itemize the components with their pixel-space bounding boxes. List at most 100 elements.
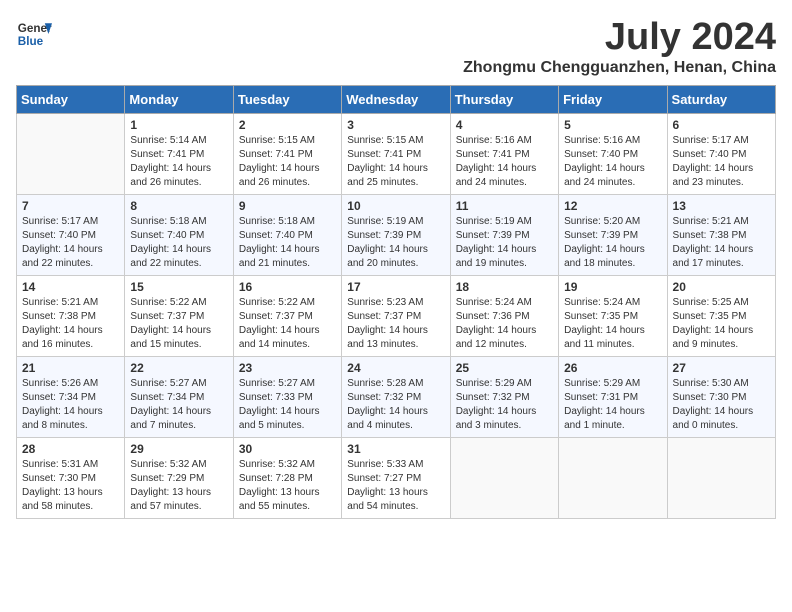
day-number: 20 xyxy=(673,280,770,294)
calendar-week-row: 7 Sunrise: 5:17 AM Sunset: 7:40 PM Daylig… xyxy=(17,195,776,276)
day-info: Sunrise: 5:19 AM Sunset: 7:39 PM Dayligh… xyxy=(347,215,444,271)
day-number: 15 xyxy=(130,280,227,294)
day-info: Sunrise: 5:29 AM Sunset: 7:31 PM Dayligh… xyxy=(564,377,661,433)
day-info: Sunrise: 5:18 AM Sunset: 7:40 PM Dayligh… xyxy=(239,215,336,271)
calendar-cell: 24 Sunrise: 5:28 AM Sunset: 7:32 PM Dayli… xyxy=(342,357,450,438)
calendar-cell: 28 Sunrise: 5:31 AM Sunset: 7:30 PM Dayli… xyxy=(17,438,125,519)
calendar-cell xyxy=(17,114,125,195)
calendar-cell: 7 Sunrise: 5:17 AM Sunset: 7:40 PM Daylig… xyxy=(17,195,125,276)
day-info: Sunrise: 5:22 AM Sunset: 7:37 PM Dayligh… xyxy=(130,296,227,352)
day-number: 29 xyxy=(130,442,227,456)
calendar-cell: 13 Sunrise: 5:21 AM Sunset: 7:38 PM Dayli… xyxy=(667,195,775,276)
month-title: July 2024 xyxy=(463,16,776,59)
day-info: Sunrise: 5:17 AM Sunset: 7:40 PM Dayligh… xyxy=(22,215,119,271)
calendar-cell xyxy=(559,438,667,519)
day-number: 1 xyxy=(130,118,227,132)
day-number: 13 xyxy=(673,199,770,213)
calendar-cell: 25 Sunrise: 5:29 AM Sunset: 7:32 PM Dayli… xyxy=(450,357,558,438)
day-number: 14 xyxy=(22,280,119,294)
calendar-week-row: 1 Sunrise: 5:14 AM Sunset: 7:41 PM Daylig… xyxy=(17,114,776,195)
calendar-body: 1 Sunrise: 5:14 AM Sunset: 7:41 PM Daylig… xyxy=(17,114,776,519)
day-info: Sunrise: 5:21 AM Sunset: 7:38 PM Dayligh… xyxy=(22,296,119,352)
calendar-cell: 31Sunrise: 5:33 AM Sunset: 7:27 PM Dayli… xyxy=(342,438,450,519)
day-info: Sunrise: 5:26 AM Sunset: 7:34 PM Dayligh… xyxy=(22,377,119,433)
day-info: Sunrise: 5:25 AM Sunset: 7:35 PM Dayligh… xyxy=(673,296,770,352)
day-number: 5 xyxy=(564,118,661,132)
calendar-cell: 26Sunrise: 5:29 AM Sunset: 7:31 PM Dayli… xyxy=(559,357,667,438)
calendar-week-row: 28 Sunrise: 5:31 AM Sunset: 7:30 PM Dayli… xyxy=(17,438,776,519)
day-info: Sunrise: 5:16 AM Sunset: 7:40 PM Dayligh… xyxy=(564,134,661,190)
day-info: Sunrise: 5:14 AM Sunset: 7:41 PM Dayligh… xyxy=(130,134,227,190)
day-number: 30 xyxy=(239,442,336,456)
calendar-cell: 16Sunrise: 5:22 AM Sunset: 7:37 PM Dayli… xyxy=(233,276,341,357)
calendar-cell: 30 Sunrise: 5:32 AM Sunset: 7:28 PM Dayli… xyxy=(233,438,341,519)
day-info: Sunrise: 5:15 AM Sunset: 7:41 PM Dayligh… xyxy=(239,134,336,190)
calendar-day-header: Tuesday xyxy=(233,86,341,114)
day-info: Sunrise: 5:33 AM Sunset: 7:27 PM Dayligh… xyxy=(347,458,444,514)
calendar-cell: 22 Sunrise: 5:27 AM Sunset: 7:34 PM Dayli… xyxy=(125,357,233,438)
calendar-table: SundayMondayTuesdayWednesdayThursdayFrid… xyxy=(16,85,776,519)
calendar-cell: 4 Sunrise: 5:16 AM Sunset: 7:41 PM Daylig… xyxy=(450,114,558,195)
day-number: 3 xyxy=(347,118,444,132)
day-info: Sunrise: 5:18 AM Sunset: 7:40 PM Dayligh… xyxy=(130,215,227,271)
calendar-cell: 11 Sunrise: 5:19 AM Sunset: 7:39 PM Dayli… xyxy=(450,195,558,276)
day-number: 19 xyxy=(564,280,661,294)
day-info: Sunrise: 5:31 AM Sunset: 7:30 PM Dayligh… xyxy=(22,458,119,514)
calendar-cell: 8 Sunrise: 5:18 AM Sunset: 7:40 PM Daylig… xyxy=(125,195,233,276)
calendar-cell: 20 Sunrise: 5:25 AM Sunset: 7:35 PM Dayli… xyxy=(667,276,775,357)
day-info: Sunrise: 5:30 AM Sunset: 7:30 PM Dayligh… xyxy=(673,377,770,433)
day-number: 25 xyxy=(456,361,553,375)
day-number: 12 xyxy=(564,199,661,213)
logo: General Blue xyxy=(16,16,52,52)
calendar-cell xyxy=(667,438,775,519)
logo-icon: General Blue xyxy=(16,16,52,52)
day-info: Sunrise: 5:27 AM Sunset: 7:33 PM Dayligh… xyxy=(239,377,336,433)
day-number: 11 xyxy=(456,199,553,213)
svg-text:Blue: Blue xyxy=(18,35,44,48)
day-info: Sunrise: 5:21 AM Sunset: 7:38 PM Dayligh… xyxy=(673,215,770,271)
day-number: 4 xyxy=(456,118,553,132)
calendar-cell: 9 Sunrise: 5:18 AM Sunset: 7:40 PM Daylig… xyxy=(233,195,341,276)
calendar-cell: 12 Sunrise: 5:20 AM Sunset: 7:39 PM Dayli… xyxy=(559,195,667,276)
calendar-cell: 6Sunrise: 5:17 AM Sunset: 7:40 PM Daylig… xyxy=(667,114,775,195)
calendar-cell: 15 Sunrise: 5:22 AM Sunset: 7:37 PM Dayli… xyxy=(125,276,233,357)
calendar-day-header: Friday xyxy=(559,86,667,114)
day-info: Sunrise: 5:15 AM Sunset: 7:41 PM Dayligh… xyxy=(347,134,444,190)
header: General Blue July 2024 Zhongmu Chengguan… xyxy=(16,16,776,77)
calendar-day-header: Sunday xyxy=(17,86,125,114)
day-info: Sunrise: 5:28 AM Sunset: 7:32 PM Dayligh… xyxy=(347,377,444,433)
calendar-cell: 21Sunrise: 5:26 AM Sunset: 7:34 PM Dayli… xyxy=(17,357,125,438)
day-number: 27 xyxy=(673,361,770,375)
day-info: Sunrise: 5:17 AM Sunset: 7:40 PM Dayligh… xyxy=(673,134,770,190)
calendar-day-header: Saturday xyxy=(667,86,775,114)
day-number: 17 xyxy=(347,280,444,294)
calendar-cell: 18Sunrise: 5:24 AM Sunset: 7:36 PM Dayli… xyxy=(450,276,558,357)
location-title: Zhongmu Chengguanzhen, Henan, China xyxy=(463,59,776,77)
calendar-cell: 23 Sunrise: 5:27 AM Sunset: 7:33 PM Dayli… xyxy=(233,357,341,438)
day-info: Sunrise: 5:16 AM Sunset: 7:41 PM Dayligh… xyxy=(456,134,553,190)
day-info: Sunrise: 5:27 AM Sunset: 7:34 PM Dayligh… xyxy=(130,377,227,433)
day-info: Sunrise: 5:24 AM Sunset: 7:35 PM Dayligh… xyxy=(564,296,661,352)
day-info: Sunrise: 5:23 AM Sunset: 7:37 PM Dayligh… xyxy=(347,296,444,352)
day-number: 23 xyxy=(239,361,336,375)
day-info: Sunrise: 5:19 AM Sunset: 7:39 PM Dayligh… xyxy=(456,215,553,271)
day-number: 16 xyxy=(239,280,336,294)
calendar-day-header: Wednesday xyxy=(342,86,450,114)
day-number: 10 xyxy=(347,199,444,213)
day-info: Sunrise: 5:20 AM Sunset: 7:39 PM Dayligh… xyxy=(564,215,661,271)
day-info: Sunrise: 5:32 AM Sunset: 7:28 PM Dayligh… xyxy=(239,458,336,514)
day-number: 24 xyxy=(347,361,444,375)
day-info: Sunrise: 5:29 AM Sunset: 7:32 PM Dayligh… xyxy=(456,377,553,433)
calendar-cell: 1 Sunrise: 5:14 AM Sunset: 7:41 PM Daylig… xyxy=(125,114,233,195)
calendar-cell: 19 Sunrise: 5:24 AM Sunset: 7:35 PM Dayli… xyxy=(559,276,667,357)
calendar-day-header: Monday xyxy=(125,86,233,114)
day-number: 22 xyxy=(130,361,227,375)
calendar-header-row: SundayMondayTuesdayWednesdayThursdayFrid… xyxy=(17,86,776,114)
day-number: 8 xyxy=(130,199,227,213)
calendar-day-header: Thursday xyxy=(450,86,558,114)
day-info: Sunrise: 5:24 AM Sunset: 7:36 PM Dayligh… xyxy=(456,296,553,352)
day-number: 28 xyxy=(22,442,119,456)
calendar-cell: 3 Sunrise: 5:15 AM Sunset: 7:41 PM Daylig… xyxy=(342,114,450,195)
day-number: 7 xyxy=(22,199,119,213)
day-number: 9 xyxy=(239,199,336,213)
